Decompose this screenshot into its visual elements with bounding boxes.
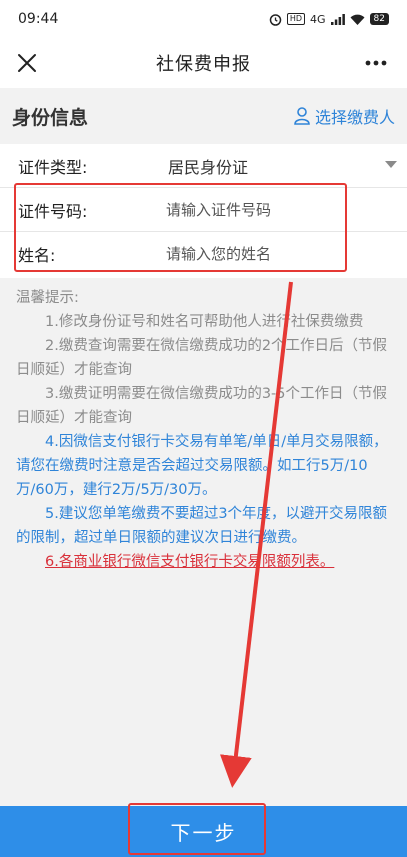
identity-form: 证件类型: 居民身份证 证件号码: 姓名:	[0, 144, 407, 278]
select-payer-button[interactable]: 选择缴费人	[294, 104, 395, 128]
tips-title: 温馨提示:	[16, 290, 79, 306]
title-bar: 社保费申报	[0, 38, 407, 88]
page-title: 社保费申报	[156, 54, 251, 75]
network-label: 4G	[310, 12, 326, 26]
id-number-row: 证件号码:	[0, 188, 407, 232]
user-icon	[294, 107, 310, 125]
hd-badge: HD	[286, 13, 306, 25]
tip-item-2: 2.缴费查询需要在微信缴费成功的2个工作日后（节假日顺延）才能查询	[16, 338, 388, 378]
id-type-row[interactable]: 证件类型: 居民身份证	[0, 144, 407, 188]
battery-level: 82	[373, 14, 385, 24]
next-button-label: 下一步	[170, 821, 237, 845]
tips-section: 温馨提示: 1.修改身份证号和姓名可帮助他人进行社保费缴费 2.缴费查询需要在微…	[0, 286, 407, 574]
id-number-input[interactable]	[166, 194, 386, 225]
id-number-label: 证件号码:	[18, 201, 88, 221]
status-icons: HD 4G 82	[269, 13, 389, 26]
tip-item-4: 4.因微信支付银行卡交易有单笔/单日/单月交易限额，请您在缴费时注意是否会超过交…	[16, 434, 388, 498]
dropdown-arrow-icon[interactable]	[385, 161, 397, 168]
wifi-icon	[350, 14, 365, 25]
tip-item-1: 1.修改身份证号和姓名可帮助他人进行社保费缴费	[45, 314, 364, 330]
name-input[interactable]	[166, 239, 386, 269]
tip-item-5: 5.建议您单笔缴费不要超过3个年度，以避开交易限额的限制，超过单日限额的建议次日…	[16, 506, 388, 546]
id-type-select[interactable]: 居民身份证	[168, 154, 248, 178]
section-title: 身份信息	[12, 106, 89, 129]
signal-icon	[330, 13, 345, 25]
more-icon[interactable]	[363, 50, 389, 76]
tip-item-3: 3.缴费证明需要在微信缴费成功的3-5个工作日（节假日顺延）才能查询	[16, 386, 388, 426]
close-icon[interactable]	[14, 50, 40, 76]
select-payer-label: 选择缴费人	[314, 108, 395, 127]
name-row: 姓名:	[0, 232, 407, 276]
status-time: 09:44	[18, 11, 59, 27]
name-label: 姓名:	[18, 246, 56, 265]
battery-icon: 82	[369, 13, 389, 25]
status-bar: 09:44 HD 4G 82	[0, 0, 407, 38]
next-button[interactable]: 下一步	[0, 806, 407, 857]
bank-limit-link[interactable]: 6.各商业银行微信支付银行卡交易限额列表。	[16, 550, 393, 574]
section-header: 身份信息 选择缴费人	[0, 88, 407, 144]
id-type-label: 证件类型:	[18, 157, 88, 177]
alarm-icon	[269, 13, 282, 26]
